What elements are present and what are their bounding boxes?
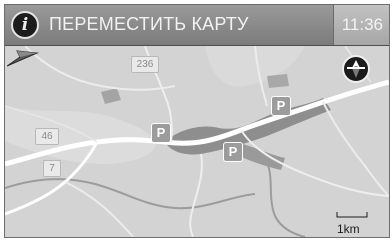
map-cursor-arrow-icon: [6, 50, 39, 67]
map-view[interactable]: 236 46 7 P P P 1km: [5, 46, 389, 237]
navigation-device: i ПЕРЕМЕСТИТЬ КАРТУ 11:36 236 46 7 P P P…: [0, 0, 392, 240]
parking-icon: P: [151, 123, 171, 143]
scale-bar: [336, 212, 368, 218]
screen: i ПЕРЕМЕСТИТЬ КАРТУ 11:36 236 46 7 P P P…: [4, 4, 390, 238]
page-title: ПЕРЕМЕСТИТЬ КАРТУ: [49, 14, 249, 34]
info-icon: i: [21, 14, 29, 35]
compass-button[interactable]: [342, 55, 370, 83]
map-scale: 1km: [335, 209, 371, 236]
title-bar: i ПЕРЕМЕСТИТЬ КАРТУ 11:36: [5, 5, 389, 46]
compass-icon: [347, 60, 365, 78]
info-button[interactable]: i: [11, 11, 39, 39]
road-number-badge: 236: [131, 56, 159, 73]
road-number-badge: 46: [35, 128, 59, 145]
map-graphics: [5, 46, 389, 237]
clock: 11:36: [333, 5, 389, 45]
scale-label: 1km: [337, 222, 360, 236]
parking-icon: P: [223, 142, 243, 162]
parking-icon: P: [271, 96, 291, 116]
road-number-badge: 7: [43, 160, 61, 177]
